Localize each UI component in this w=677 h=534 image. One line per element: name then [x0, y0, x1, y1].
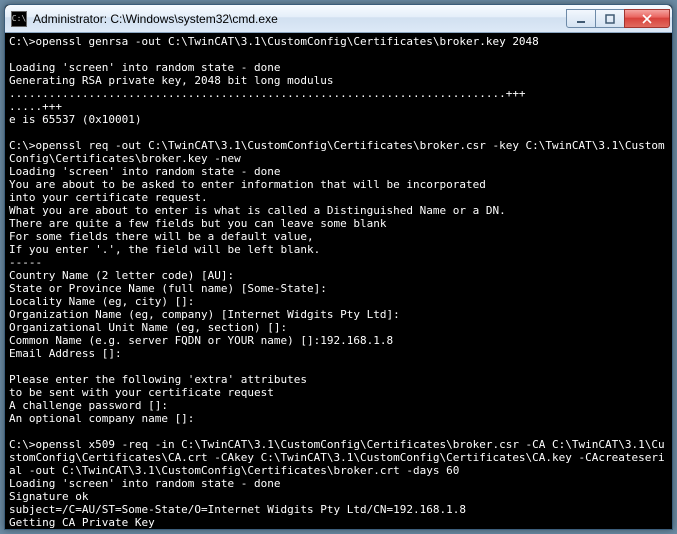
- terminal-line: .....+++: [9, 100, 668, 113]
- terminal-line: [9, 48, 668, 61]
- terminal-line: [9, 425, 668, 438]
- terminal-line: into your certificate request.: [9, 191, 668, 204]
- cmd-window: C:\ Administrator: C:\Windows\system32\c…: [4, 4, 673, 530]
- terminal-line: subject=/C=AU/ST=Some-State/O=Internet W…: [9, 503, 668, 516]
- terminal-line: e is 65537 (0x10001): [9, 113, 668, 126]
- terminal-line: There are quite a few fields but you can…: [9, 217, 668, 230]
- terminal-output[interactable]: C:\>openssl genrsa -out C:\TwinCAT\3.1\C…: [5, 33, 672, 529]
- terminal-line: Email Address []:: [9, 347, 668, 360]
- terminal-line: [9, 126, 668, 139]
- terminal-line: Loading 'screen' into random state - don…: [9, 61, 668, 74]
- minimize-button[interactable]: [566, 9, 596, 28]
- terminal-line: C:\>openssl x509 -req -in C:\TwinCAT\3.1…: [9, 438, 668, 477]
- window-buttons: [567, 9, 670, 28]
- terminal-line: What you are about to enter is what is c…: [9, 204, 668, 217]
- terminal-line: C:\>openssl genrsa -out C:\TwinCAT\3.1\C…: [9, 35, 668, 48]
- terminal-line: State or Province Name (full name) [Some…: [9, 282, 668, 295]
- terminal-line: If you enter '.', the field will be left…: [9, 243, 668, 256]
- titlebar[interactable]: C:\ Administrator: C:\Windows\system32\c…: [5, 5, 672, 33]
- terminal-line: Locality Name (eg, city) []:: [9, 295, 668, 308]
- terminal-line: Organization Name (eg, company) [Interne…: [9, 308, 668, 321]
- terminal-line: Common Name (e.g. server FQDN or YOUR na…: [9, 334, 668, 347]
- terminal-line: Generating RSA private key, 2048 bit lon…: [9, 74, 668, 87]
- terminal-line: An optional company name []:: [9, 412, 668, 425]
- terminal-line: Organizational Unit Name (eg, section) […: [9, 321, 668, 334]
- terminal-line: Loading 'screen' into random state - don…: [9, 477, 668, 490]
- maximize-button[interactable]: [595, 9, 625, 28]
- terminal-line: -----: [9, 256, 668, 269]
- terminal-line: A challenge password []:: [9, 399, 668, 412]
- terminal-line: You are about to be asked to enter infor…: [9, 178, 668, 191]
- terminal-line: Loading 'screen' into random state - don…: [9, 165, 668, 178]
- window-title: Administrator: C:\Windows\system32\cmd.e…: [33, 12, 567, 26]
- terminal-line: Signature ok: [9, 490, 668, 503]
- close-icon: [642, 14, 652, 24]
- terminal-line: C:\>openssl req -out C:\TwinCAT\3.1\Cust…: [9, 139, 668, 165]
- terminal-line: to be sent with your certificate request: [9, 386, 668, 399]
- terminal-line: Getting CA Private Key: [9, 516, 668, 529]
- terminal-line: ........................................…: [9, 87, 668, 100]
- terminal-line: Please enter the following 'extra' attri…: [9, 373, 668, 386]
- minimize-icon: [576, 14, 586, 24]
- cmd-icon: C:\: [11, 11, 27, 27]
- maximize-icon: [605, 14, 615, 24]
- terminal-line: Country Name (2 letter code) [AU]:: [9, 269, 668, 282]
- terminal-line: For some fields there will be a default …: [9, 230, 668, 243]
- terminal-line: [9, 360, 668, 373]
- close-button[interactable]: [624, 9, 670, 28]
